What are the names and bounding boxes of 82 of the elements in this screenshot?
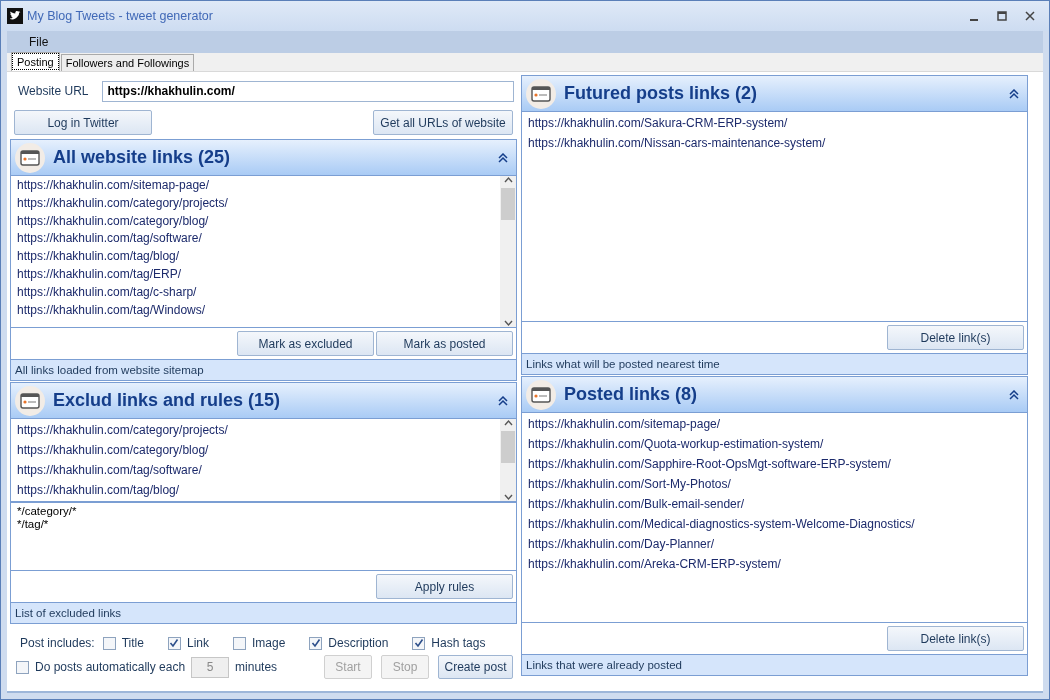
list-item[interactable]: https://khakhulin.com/tag/c-sharp/ (17, 283, 494, 302)
checkbox[interactable] (309, 636, 323, 650)
panel-title: Futured posts links (2) (564, 82, 758, 105)
link-list[interactable] (11, 176, 516, 328)
collapse-icon[interactable] (1009, 389, 1019, 400)
list-item[interactable]: https://khakhulin.com/tag/Windows/ (17, 301, 494, 320)
scroll-down-icon[interactable] (503, 493, 513, 501)
button[interactable]: Get all URLs of website (373, 110, 513, 135)
window-title: My Blog Tweets - tweet generator (27, 7, 213, 25)
checkbox[interactable] (412, 636, 426, 650)
list-item[interactable]: https://khakhulin.com/tag/software/ (17, 230, 494, 249)
scroll-up-icon[interactable] (503, 176, 513, 184)
checkbox-label: Do posts automatically each (35, 659, 186, 676)
button[interactable]: Create post (438, 655, 513, 679)
tab[interactable]: Followers and Followings (60, 54, 195, 71)
list-item[interactable]: https://khakhulin.com/sitemap-page/ (17, 177, 494, 195)
button[interactable]: Mark as excluded (237, 331, 374, 356)
checkbox-label: Title (121, 635, 144, 652)
button[interactable]: Mark as posted (376, 331, 513, 356)
panel-title: Exclud links and rules (15) (53, 389, 281, 412)
check-icon (169, 638, 180, 648)
checkbox[interactable] (232, 636, 246, 650)
checkbox-label: Image (251, 635, 286, 652)
options-label: Post includes: (20, 635, 95, 652)
browser-icon (19, 147, 41, 168)
field-label: Website URL (18, 83, 89, 100)
list-item[interactable]: https://khakhulin.com/Sort-My-Photos/ (528, 474, 1021, 494)
scroll-up-icon[interactable] (503, 419, 513, 427)
button[interactable]: Delete link(s) (887, 325, 1024, 350)
url-field[interactable]: https://khakhulin.com/ (102, 80, 514, 102)
scroll-down-icon[interactable] (503, 319, 513, 327)
checkbox-label: Description (328, 635, 389, 652)
panel-status: All links loaded from website sitemap (11, 360, 516, 380)
list-item[interactable]: https://khakhulin.com/Day-Planner/ (528, 534, 1021, 554)
list-item[interactable]: https://khakhulin.com/category/projects/ (17, 194, 494, 213)
checkbox-label: Link (186, 635, 209, 652)
list-item[interactable]: https://khakhulin.com/tag/ERP/ (17, 266, 494, 284)
collapse-icon[interactable] (1009, 88, 1019, 99)
check-icon (310, 638, 321, 648)
menu-item[interactable]: File (23, 33, 55, 51)
button[interactable]: Delete link(s) (887, 626, 1024, 651)
list-item[interactable]: https://khakhulin.com/tag/blog/ (17, 248, 494, 266)
close-icon[interactable] (1025, 11, 1035, 21)
panel-status: Links that were already posted (522, 655, 1027, 675)
browser-icon (530, 83, 552, 104)
checkbox-label: Hash tags (431, 635, 486, 652)
collapse-icon[interactable] (498, 395, 508, 406)
scrollbar-thumb[interactable] (501, 188, 515, 220)
scrollbar[interactable] (500, 419, 516, 501)
bird-icon (7, 8, 23, 24)
list-item[interactable]: https://khakhulin.com/tag/software/ (17, 460, 494, 480)
maximize-icon[interactable] (997, 11, 1007, 21)
collapse-icon[interactable] (498, 152, 508, 163)
scrollbar-thumb[interactable] (501, 431, 515, 463)
scrollbar[interactable] (500, 176, 516, 327)
button[interactable]: Log in Twitter (14, 110, 152, 135)
list-item[interactable]: https://khakhulin.com/Quota-workup-estimation-system/ (528, 434, 1021, 454)
browser-icon (530, 384, 552, 405)
list-item[interactable]: https://khakhulin.com/Medical-diagnostics-system-Welcome-Diagnostics/ (528, 514, 1021, 534)
list-item[interactable]: https://khakhulin.com/Bulk-email-sender/ (528, 494, 1021, 514)
button[interactable]: Apply rules (376, 574, 513, 599)
list-item[interactable]: https://khakhulin.com/category/blog/ (17, 440, 494, 460)
unit-label: minutes (235, 659, 278, 676)
list-item[interactable]: https://khakhulin.com/tag/blog/ (17, 480, 494, 500)
browser-icon (19, 390, 41, 411)
list-item[interactable]: https://khakhulin.com/Sapphire-Root-OpsMgt-software-ERP-system/ (528, 454, 1021, 474)
checkbox[interactable] (167, 636, 181, 650)
tab[interactable]: Posting (11, 52, 60, 71)
list-item[interactable]: https://khakhulin.com/category/projects/ (17, 420, 494, 440)
list-item[interactable]: https://khakhulin.com/sitemap-page/ (528, 414, 1021, 434)
list-item[interactable]: https://khakhulin.com/Areka-CRM-ERP-system/ (528, 554, 1021, 574)
check-icon (413, 638, 424, 648)
list-item[interactable]: https://khakhulin.com/category/blog/ (17, 212, 494, 231)
panel-title: All website links (25) (53, 146, 231, 169)
list-item[interactable]: https://khakhulin.com/Sakura-CRM-ERP-system/ (528, 113, 1021, 133)
checkbox[interactable] (102, 636, 116, 650)
panel-status: Links what will be posted nearest time (522, 354, 1027, 374)
link-list[interactable]: https://khakhulin.com/category/projects/ https://khakhulin.com/category/blog/ https://khakhulin.com/tag/software/ https://khakhulin.com/tag/blog/ (11, 419, 516, 502)
panel-title: Posted links (8) (564, 383, 698, 406)
checkbox[interactable] (16, 660, 29, 674)
list-item[interactable]: https://khakhulin.com/Nissan-cars-maintenance-system/ (528, 133, 1021, 153)
panel-status: List of excluded links (11, 603, 516, 623)
